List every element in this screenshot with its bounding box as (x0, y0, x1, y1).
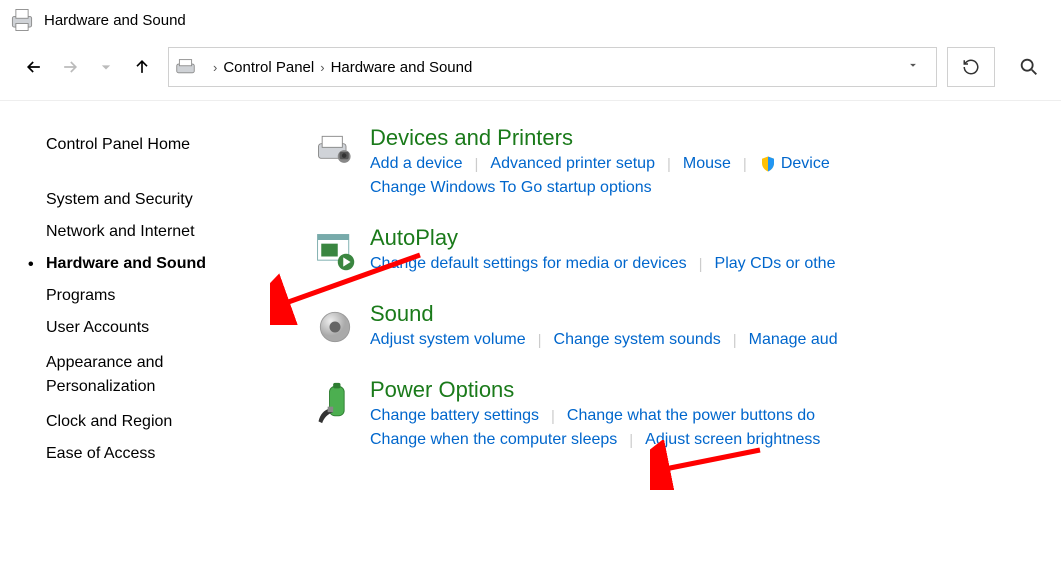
task-add-a-device[interactable]: Add a device (370, 155, 463, 173)
devices-and-printers-link[interactable]: Devices and Printers (370, 125, 1061, 151)
task-change-windows-to-go[interactable]: Change Windows To Go startup options (370, 179, 1061, 197)
task-mouse[interactable]: Mouse (683, 155, 731, 173)
sidebar-item-clock-and-region[interactable]: Clock and Region (46, 406, 300, 438)
breadcrumb[interactable]: › Control Panel › Hardware and Sound (168, 47, 937, 87)
sound-icon (300, 301, 370, 355)
category-autoplay: AutoPlay Change default settings for med… (300, 225, 1061, 279)
window-title: Hardware and Sound (44, 12, 186, 29)
sidebar-item-network-and-internet[interactable]: Network and Internet (46, 216, 300, 248)
address-bar: › Control Panel › Hardware and Sound (0, 40, 1061, 94)
separator: | (617, 432, 645, 449)
power-icon (300, 377, 370, 455)
task-change-battery-settings[interactable]: Change battery settings (370, 407, 539, 425)
sidebar: Control Panel Home System and Security N… (0, 119, 300, 477)
task-change-system-sounds[interactable]: Change system sounds (554, 331, 721, 349)
recent-dropdown-button[interactable] (90, 51, 122, 83)
search-button[interactable] (1005, 47, 1053, 87)
forward-button (54, 51, 86, 83)
sound-link[interactable]: Sound (370, 301, 1061, 327)
breadcrumb-icon (175, 55, 203, 79)
power-options-link[interactable]: Power Options (370, 377, 1061, 403)
up-button[interactable] (126, 51, 158, 83)
category-power-options: Power Options Change battery settings| C… (300, 377, 1061, 455)
sidebar-item-appearance-and-personalization[interactable]: Appearance and Personalization (46, 344, 300, 406)
breadcrumb-item-control-panel[interactable]: Control Panel (223, 59, 314, 76)
printer-icon (8, 6, 36, 34)
separator: | (539, 408, 567, 425)
separator: | (655, 156, 683, 173)
separator: | (687, 256, 715, 273)
back-button[interactable] (18, 51, 50, 83)
devices-icon (300, 125, 370, 203)
category-sound: Sound Adjust system volume| Change syste… (300, 301, 1061, 355)
task-adjust-system-volume[interactable]: Adjust system volume (370, 331, 526, 349)
content: Control Panel Home System and Security N… (0, 101, 1061, 477)
task-manage-audio[interactable]: Manage aud (749, 331, 838, 349)
sidebar-item-user-accounts[interactable]: User Accounts (46, 312, 300, 344)
task-device[interactable]: Device (759, 155, 830, 173)
autoplay-link[interactable]: AutoPlay (370, 225, 1061, 251)
chevron-right-icon: › (314, 60, 330, 75)
autoplay-icon (300, 225, 370, 279)
main: Devices and Printers Add a device| Advan… (300, 119, 1061, 477)
separator: | (463, 156, 491, 173)
task-advanced-printer-setup[interactable]: Advanced printer setup (490, 155, 655, 173)
task-adjust-screen-brightness[interactable]: Adjust screen brightness (645, 431, 820, 449)
sidebar-item-ease-of-access[interactable]: Ease of Access (46, 438, 300, 470)
sidebar-item-programs[interactable]: Programs (46, 280, 300, 312)
sidebar-item-control-panel-home[interactable]: Control Panel Home (46, 129, 300, 184)
separator: | (731, 156, 759, 173)
category-devices-and-printers: Devices and Printers Add a device| Advan… (300, 125, 1061, 203)
breadcrumb-dropdown-button[interactable] (896, 58, 930, 76)
sidebar-item-system-and-security[interactable]: System and Security (46, 184, 300, 216)
chevron-right-icon: › (207, 60, 223, 75)
separator: | (721, 332, 749, 349)
refresh-button[interactable] (947, 47, 995, 87)
task-change-power-buttons[interactable]: Change what the power buttons do (567, 407, 815, 425)
task-change-when-computer-sleeps[interactable]: Change when the computer sleeps (370, 431, 617, 449)
breadcrumb-item-hardware-and-sound[interactable]: Hardware and Sound (331, 59, 473, 76)
shield-icon (759, 155, 777, 173)
task-change-default-media-settings[interactable]: Change default settings for media or dev… (370, 255, 687, 273)
titlebar: Hardware and Sound (0, 0, 1061, 40)
separator: | (526, 332, 554, 349)
task-play-cds[interactable]: Play CDs or othe (715, 255, 836, 273)
sidebar-item-hardware-and-sound[interactable]: Hardware and Sound (46, 248, 300, 280)
